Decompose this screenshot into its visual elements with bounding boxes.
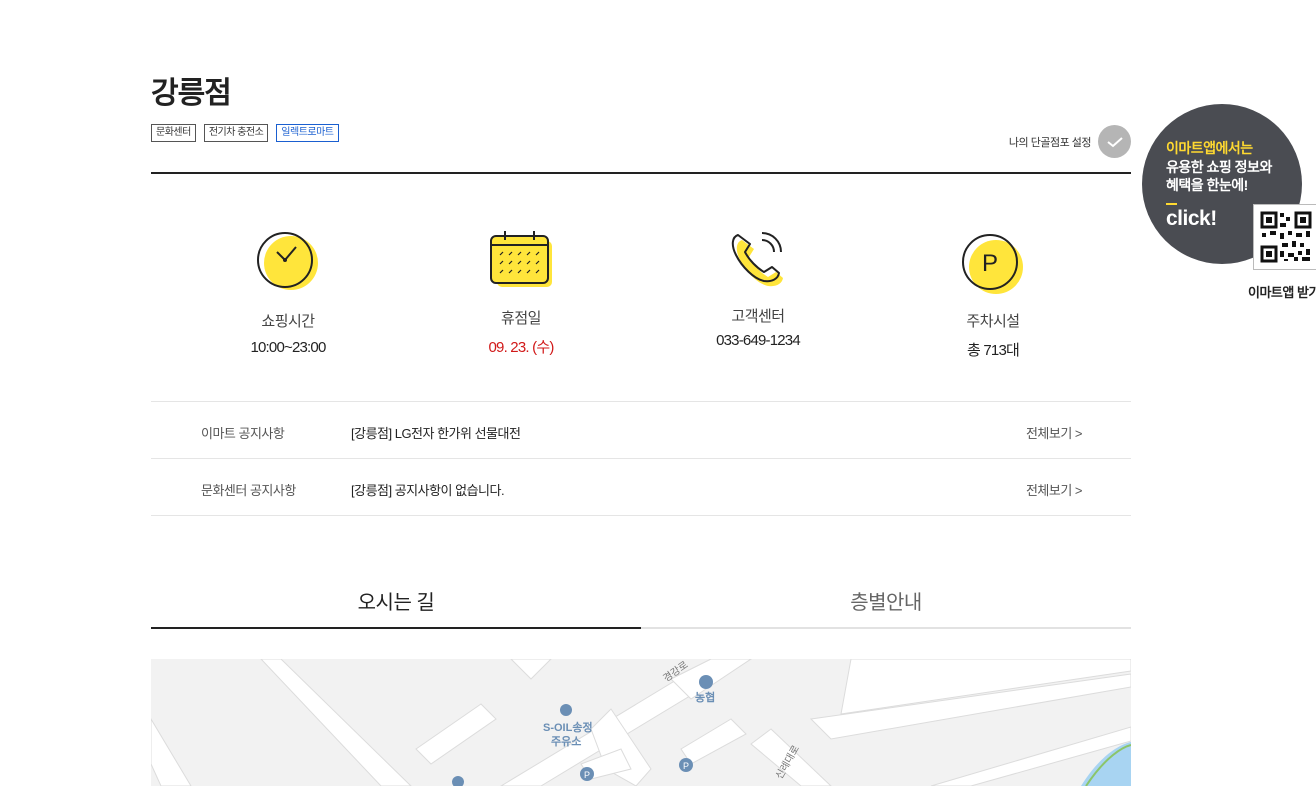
notice-link[interactable]: [강릉점] LG전자 한가위 선물대전 bbox=[351, 423, 521, 442]
info-value: 10:00~23:00 bbox=[250, 339, 326, 356]
promo-divider bbox=[1166, 203, 1177, 205]
tag-ev-charging: 전기차 충전소 bbox=[203, 124, 269, 142]
promo-click[interactable]: click! bbox=[1166, 207, 1217, 231]
info-label: 고객센터 bbox=[731, 308, 785, 325]
clock-icon bbox=[208, 230, 368, 296]
favorite-store-label: 나의 단골점포 설정 bbox=[1008, 136, 1092, 149]
info-shopping-hours: 쇼핑시간 10:00~23:00 bbox=[208, 230, 368, 356]
info-customer-center: 고객센터 033-649-1234 bbox=[678, 230, 838, 349]
view-all-link[interactable]: 전체보기 > bbox=[1026, 423, 1083, 442]
notice-text: [강릉점] 공지사항이 없습니다. bbox=[351, 483, 505, 498]
promo-text: 유용한 쇼핑 정보와 bbox=[1166, 159, 1272, 175]
svg-text:P: P bbox=[683, 761, 689, 771]
notice-list: 이마트 공지사항 [강릉점] LG전자 한가위 선물대전 전체보기 > 문화센터… bbox=[151, 401, 1131, 516]
page-title: 강릉점 bbox=[151, 77, 232, 110]
info-label: 주차시설 bbox=[966, 313, 1020, 330]
calendar-icon bbox=[441, 230, 601, 296]
title-divider bbox=[151, 172, 1131, 174]
app-promo-banner[interactable]: 이마트앱에서는 유용한 쇼핑 정보와 혜택을 한눈에! click! 이마트앱 … bbox=[1142, 104, 1316, 304]
notice-row-emart: 이마트 공지사항 [강릉점] LG전자 한가위 선물대전 전체보기 > bbox=[151, 402, 1131, 459]
notice-row-culture: 문화센터 공지사항 [강릉점] 공지사항이 없습니다. 전체보기 > bbox=[151, 459, 1131, 516]
info-holiday: 휴점일 09. 23. (수) bbox=[441, 230, 601, 357]
map[interactable]: P P 경강로 농협 S-OIL송정 주유소 신례대로 bbox=[151, 659, 1131, 786]
view-all-link[interactable]: 전체보기 > bbox=[1026, 480, 1083, 499]
tag-electromart: 일렉트로마트 bbox=[276, 124, 339, 142]
svg-text:P: P bbox=[982, 250, 998, 277]
facility-tags: 문화센터 전기차 충전소 일렉트로마트 bbox=[151, 124, 339, 142]
phone-icon bbox=[678, 230, 838, 296]
promo-caption: 이마트앱 받기 bbox=[1248, 285, 1316, 300]
info-label: 쇼핑시간 bbox=[261, 313, 315, 330]
info-value: 033-649-1234 bbox=[716, 332, 801, 349]
map-label-bank: 농협 bbox=[695, 692, 716, 704]
qr-code-icon bbox=[1253, 204, 1316, 270]
info-parking: P 주차시설 총 713대 bbox=[913, 230, 1073, 360]
info-value: 총 713대 bbox=[967, 342, 1020, 359]
notice-category: 이마트 공지사항 bbox=[201, 426, 285, 441]
info-value: 09. 23. (수) bbox=[488, 339, 554, 356]
parking-icon: P bbox=[913, 230, 1073, 296]
tag-culture-center: 문화센터 bbox=[151, 124, 196, 142]
info-label: 휴점일 bbox=[501, 310, 541, 327]
tab-floor-guide[interactable]: 층별안내 bbox=[641, 580, 1131, 629]
favorite-store-button[interactable]: 나의 단골점포 설정 bbox=[1009, 125, 1131, 158]
svg-text:P: P bbox=[584, 770, 590, 780]
promo-headline: 이마트앱에서는 bbox=[1166, 140, 1253, 156]
promo-text-2: 혜택을 한눈에! bbox=[1166, 177, 1248, 193]
check-icon[interactable] bbox=[1098, 125, 1131, 158]
map-label-gas-station-2: 주유소 bbox=[551, 736, 582, 748]
tab-bar: 오시는 길 층별안내 bbox=[151, 580, 1131, 629]
tab-directions[interactable]: 오시는 길 bbox=[151, 580, 641, 629]
notice-category: 문화센터 공지사항 bbox=[201, 483, 296, 498]
